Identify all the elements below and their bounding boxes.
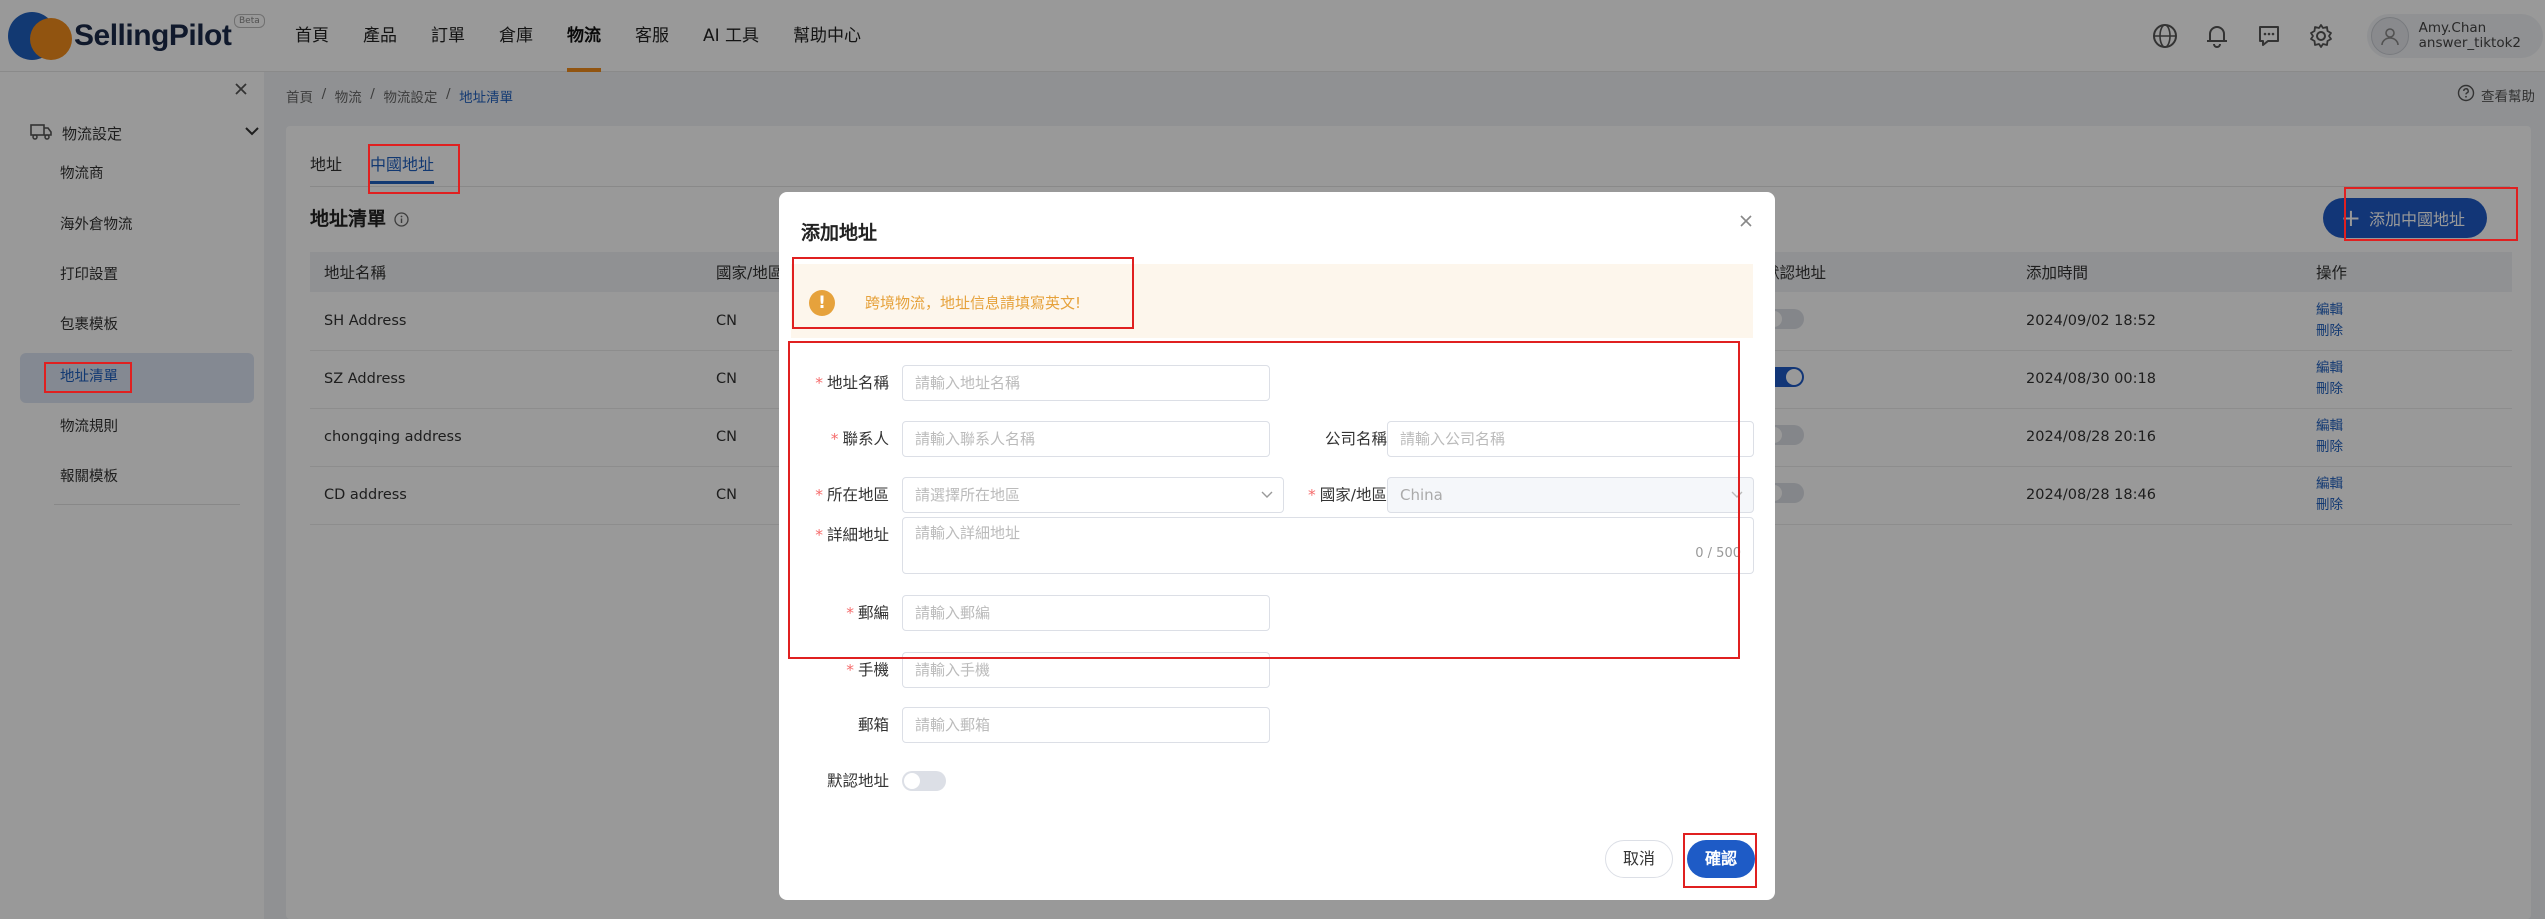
dialog-title: 添加地址 (801, 222, 878, 244)
confirm-button[interactable]: 確認 (1687, 840, 1755, 878)
warning-text: 跨境物流，地址信息請填寫英文! (865, 294, 1082, 312)
contact-label: * 聯系人 (830, 430, 889, 448)
chevron-down-icon (1731, 491, 1743, 498)
region-label: * 所在地區 (815, 486, 889, 504)
phone-label: * 手機 (846, 661, 889, 679)
region-select[interactable]: 請選擇所在地區 (902, 477, 1284, 513)
warning-icon: ! (809, 290, 835, 316)
address-name-label: * 地址名稱 (815, 374, 889, 392)
email-input[interactable]: 請輸入郵箱 (902, 707, 1270, 743)
detail-address-textarea[interactable]: 請輸入詳細地址 0 / 500 (902, 517, 1754, 574)
postcode-label: * 郵編 (846, 604, 889, 622)
region-select-placeholder: 請選擇所在地區 (915, 486, 1021, 504)
company-input[interactable]: 請輸入公司名稱 (1387, 421, 1754, 457)
add-address-dialog: 添加地址 ! 跨境物流，地址信息請填寫英文! * 地址名稱 請輸入地址名稱 * 聯系… (779, 192, 1775, 900)
chevron-down-icon (1261, 491, 1273, 498)
default-address-label: 默認地址 (826, 772, 889, 790)
contact-input[interactable]: 請輸入聯系人名稱 (902, 421, 1270, 457)
postcode-input[interactable]: 請輸入郵編 (902, 595, 1270, 631)
country-label: * 國家/地區 (1308, 486, 1387, 504)
default-address-toggle[interactable] (902, 771, 946, 791)
country-select: China (1387, 477, 1754, 513)
detail-address-placeholder: 請輸入詳細地址 (915, 524, 1021, 542)
close-icon[interactable] (1735, 210, 1757, 232)
detail-address-label: * 詳細地址 (815, 526, 889, 544)
character-counter: 0 / 500 (1695, 546, 1741, 561)
cancel-button[interactable]: 取消 (1605, 840, 1673, 878)
phone-input[interactable]: 請輸入手機 (902, 652, 1270, 688)
email-label: 郵箱 (857, 716, 889, 734)
country-select-value: China (1400, 486, 1443, 504)
address-name-input[interactable]: 請輸入地址名稱 (902, 365, 1270, 401)
company-label: 公司名稱 (1324, 430, 1387, 448)
